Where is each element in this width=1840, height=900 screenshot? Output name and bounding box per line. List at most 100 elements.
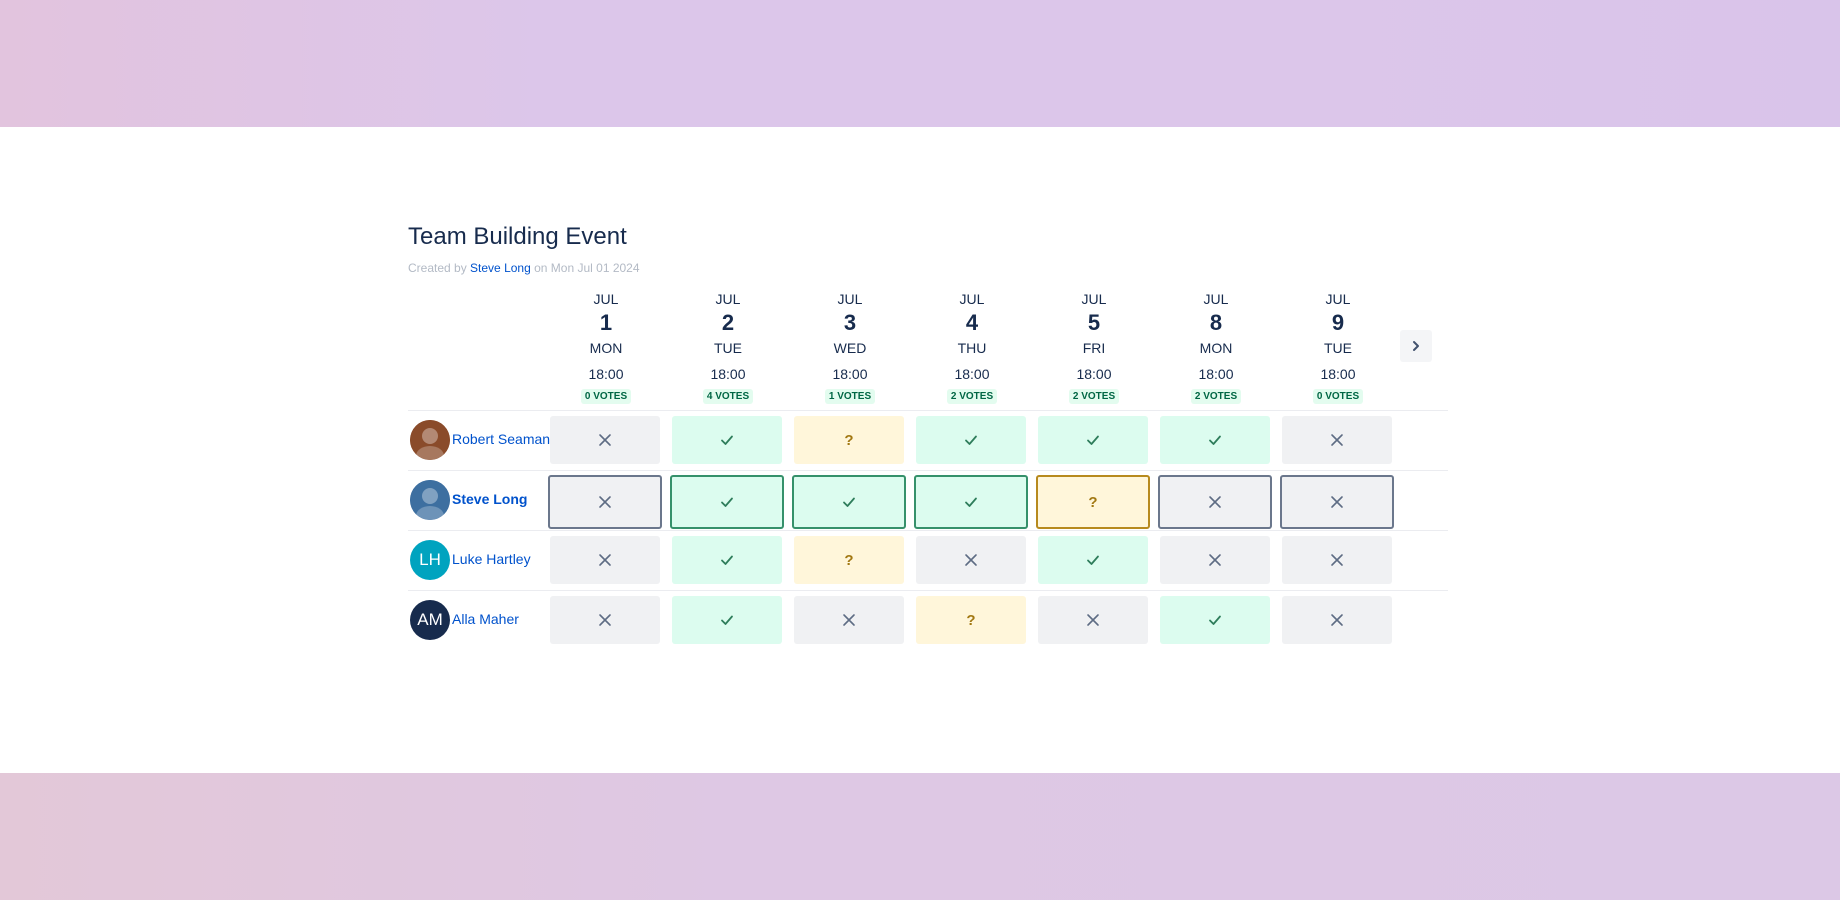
day-number: 8	[1209, 310, 1223, 335]
vote-cell-yes	[1038, 416, 1148, 464]
time-label: 18:00	[832, 366, 868, 382]
vote-cell-no	[1282, 416, 1392, 464]
check-icon	[963, 432, 979, 448]
vote-cell-no	[1282, 596, 1392, 644]
creator-link[interactable]: Steve Long	[470, 261, 531, 275]
date-column-header: JUL 8 MON 18:00 2 VOTES	[1160, 290, 1272, 404]
poll-title: Team Building Event	[408, 223, 627, 250]
vote-cell-yes[interactable]	[792, 475, 906, 529]
weekday-label: THU	[957, 340, 987, 356]
vote-cell-no[interactable]	[548, 475, 662, 529]
vote-cell-maybe[interactable]: ?	[1036, 475, 1150, 529]
vote-cell-no	[1160, 536, 1270, 584]
date-column-header: JUL 9 TUE 18:00 0 VOTES	[1282, 290, 1394, 404]
cross-icon	[1329, 432, 1345, 448]
check-icon	[1085, 432, 1101, 448]
weekday-label: WED	[833, 340, 867, 356]
check-icon	[1207, 432, 1223, 448]
avatar	[410, 420, 450, 460]
vote-cell-no[interactable]	[1158, 475, 1272, 529]
check-icon	[841, 494, 857, 510]
vote-count-badge: 0 VOTES	[580, 389, 632, 404]
vote-cell-no	[1038, 596, 1148, 644]
weekday-label: TUE	[1324, 340, 1352, 356]
vote-count-badge: 4 VOTES	[702, 389, 754, 404]
cross-icon	[1329, 494, 1345, 510]
day-number: 5	[1087, 310, 1101, 335]
time-label: 18:00	[954, 366, 990, 382]
vote-count-badge: 2 VOTES	[946, 389, 998, 404]
created-prefix: Created by	[408, 261, 467, 275]
day-number: 1	[599, 310, 613, 335]
check-icon	[963, 494, 979, 510]
chevron-right-icon	[1413, 341, 1419, 351]
vote-cell-maybe: ?	[794, 416, 904, 464]
time-label: 18:00	[1198, 366, 1234, 382]
vote-cell-yes[interactable]	[670, 475, 784, 529]
vote-cell-yes	[672, 536, 782, 584]
cross-icon	[597, 432, 613, 448]
check-icon	[719, 552, 735, 568]
month-label: JUL	[1325, 291, 1351, 307]
vote-cell-yes	[916, 416, 1026, 464]
participant-row: LH Luke Hartley?	[408, 530, 1448, 591]
month-label: JUL	[1081, 291, 1107, 307]
vote-cell-no	[550, 416, 660, 464]
cross-icon	[841, 612, 857, 628]
month-label: JUL	[715, 291, 741, 307]
cross-icon	[963, 552, 979, 568]
vote-cell-no	[550, 596, 660, 644]
weekday-label: MON	[589, 340, 623, 356]
day-number: 2	[721, 310, 735, 335]
cross-icon	[1207, 494, 1223, 510]
question-icon: ?	[844, 431, 854, 449]
time-label: 18:00	[588, 366, 624, 382]
participant-name-link[interactable]: Steve Long	[452, 491, 527, 507]
avatar	[410, 480, 450, 520]
vote-cell-no	[794, 596, 904, 644]
time-label: 18:00	[710, 366, 746, 382]
participant-row: Steve Long?	[408, 470, 1448, 531]
date-column-header: JUL 2 TUE 18:00 4 VOTES	[672, 290, 784, 404]
day-number: 9	[1331, 310, 1345, 335]
month-label: JUL	[1203, 291, 1229, 307]
date-column-header: JUL 3 WED 18:00 1 VOTES	[794, 290, 906, 404]
weekday-label: TUE	[714, 340, 742, 356]
participant-row: AM Alla Maher?	[408, 590, 1448, 651]
month-label: JUL	[837, 291, 863, 307]
day-number: 4	[965, 310, 979, 335]
participant-row: Robert Seaman?	[408, 410, 1448, 471]
participant-name-link[interactable]: Luke Hartley	[452, 551, 531, 567]
check-icon	[719, 612, 735, 628]
day-number: 3	[843, 310, 857, 335]
cross-icon	[597, 612, 613, 628]
cross-icon	[1085, 612, 1101, 628]
question-icon: ?	[844, 551, 854, 569]
vote-cell-yes	[1038, 536, 1148, 584]
cross-icon	[597, 494, 613, 510]
header-background	[0, 0, 1840, 127]
poll-container: Team Building Event Created by Steve Lon…	[408, 220, 1448, 644]
footer-background	[0, 773, 1840, 900]
cross-icon	[1329, 612, 1345, 628]
vote-count-badge: 2 VOTES	[1068, 389, 1120, 404]
poll-meta: Created by Steve Long on Mon Jul 01 2024	[408, 260, 1448, 276]
check-icon	[719, 432, 735, 448]
vote-count-badge: 2 VOTES	[1190, 389, 1242, 404]
next-dates-button[interactable]	[1400, 330, 1432, 362]
date-column-header: JUL 5 FRI 18:00 2 VOTES	[1038, 290, 1150, 404]
vote-cell-yes[interactable]	[914, 475, 1028, 529]
check-icon	[719, 494, 735, 510]
vote-cell-no[interactable]	[1280, 475, 1394, 529]
month-label: JUL	[959, 291, 985, 307]
time-label: 18:00	[1076, 366, 1112, 382]
vote-cell-no	[1282, 536, 1392, 584]
month-label: JUL	[593, 291, 619, 307]
participant-name-link[interactable]: Robert Seaman	[452, 431, 550, 447]
avatar: LH	[410, 540, 450, 580]
vote-cell-no	[550, 536, 660, 584]
vote-cell-yes	[672, 596, 782, 644]
vote-count-badge: 1 VOTES	[824, 389, 876, 404]
cross-icon	[1329, 552, 1345, 568]
participant-name-link[interactable]: Alla Maher	[452, 611, 519, 627]
